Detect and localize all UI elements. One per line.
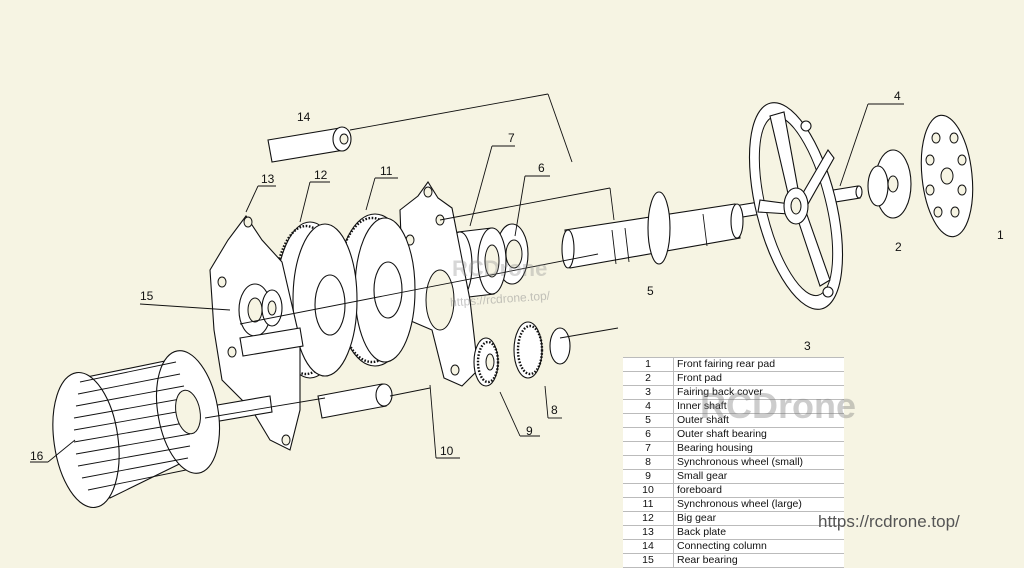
legend-row: 15 Rear bearing — [623, 553, 844, 568]
legend-part-name: foreboard — [673, 483, 844, 498]
legend-part-name: Rear bearing — [673, 553, 844, 568]
legend-number: 15 — [623, 553, 674, 568]
watermark-center-brand: RCDrone — [452, 256, 548, 281]
legend-number: 1 — [623, 357, 674, 372]
callout-13: 13 — [261, 172, 275, 186]
callout-15: 15 — [140, 289, 154, 303]
callout-12: 12 — [314, 168, 328, 182]
legend-number: 4 — [623, 399, 674, 414]
legend-row: 6 Outer shaft bearing — [623, 427, 844, 442]
legend-row: 2 Front pad — [623, 371, 844, 386]
legend-row: 9 Small gear — [623, 469, 844, 484]
callout-7: 7 — [508, 131, 515, 145]
watermark-brand: RCDrone — [700, 385, 857, 426]
legend-row: 1 Front fairing rear pad — [623, 357, 844, 372]
legend-row: 14 Connecting column — [623, 539, 844, 554]
callout-9: 9 — [526, 424, 533, 438]
legend-part-name: Small gear — [673, 469, 844, 484]
legend-part-name: Bearing housing — [673, 441, 844, 456]
part-5-outer-shaft — [561, 191, 744, 269]
legend-number: 11 — [623, 497, 674, 512]
legend-row: 10 foreboard — [623, 483, 844, 498]
legend-part-name: Outer shaft bearing — [673, 427, 844, 442]
legend-number: 13 — [623, 525, 674, 540]
callout-8: 8 — [551, 403, 558, 417]
watermark-url: https://rcdrone.top/ — [818, 512, 960, 531]
legend-row: 12 Big gear — [623, 511, 844, 526]
callout-11: 11 — [380, 164, 393, 178]
callout-5: 5 — [647, 284, 654, 298]
part-1-front-fairing-rear-pad — [920, 114, 974, 238]
legend-number: 2 — [623, 371, 674, 386]
part-2-front-pad — [867, 149, 912, 219]
part-15-rear-bearing — [261, 289, 283, 327]
legend-row: 7 Bearing housing — [623, 441, 844, 456]
part-9-small-gear — [473, 337, 500, 387]
legend-part-name: Front pad — [673, 371, 844, 386]
legend-row: 11 Synchronous wheel (large) — [623, 497, 844, 512]
callout-1: 1 — [997, 228, 1004, 242]
legend-number: 3 — [623, 385, 674, 400]
legend-row: 8 Synchronous wheel (small) — [623, 455, 844, 470]
callout-2: 2 — [895, 240, 902, 254]
callout-14: 14 — [297, 110, 311, 124]
legend-row: 13 Back plate — [623, 525, 844, 540]
legend-part-name: Connecting column — [673, 539, 844, 554]
legend-number: 14 — [623, 539, 674, 554]
callout-6: 6 — [538, 161, 545, 175]
legend-part-name: Synchronous wheel (large) — [673, 497, 844, 512]
legend-number: 6 — [623, 427, 674, 442]
exploded-assembly-diagram: 1 2 3 4 5 6 7 8 9 10 11 12 13 14 15 16 — [30, 89, 1004, 509]
callout-10: 10 — [440, 444, 454, 458]
callout-4: 4 — [894, 89, 901, 103]
legend-number: 12 — [623, 511, 674, 526]
part-8-synchronous-wheel-small — [513, 321, 619, 379]
legend-part-name: Front fairing rear pad — [673, 357, 844, 372]
legend-number: 7 — [623, 441, 674, 456]
callout-3: 3 — [804, 339, 811, 353]
legend-part-name: Synchronous wheel (small) — [673, 455, 844, 470]
legend-number: 5 — [623, 413, 674, 428]
legend-number: 9 — [623, 469, 674, 484]
part-16-motor — [52, 350, 220, 509]
callout-16: 16 — [30, 449, 44, 463]
legend-number: 8 — [623, 455, 674, 470]
legend-number: 10 — [623, 483, 674, 498]
